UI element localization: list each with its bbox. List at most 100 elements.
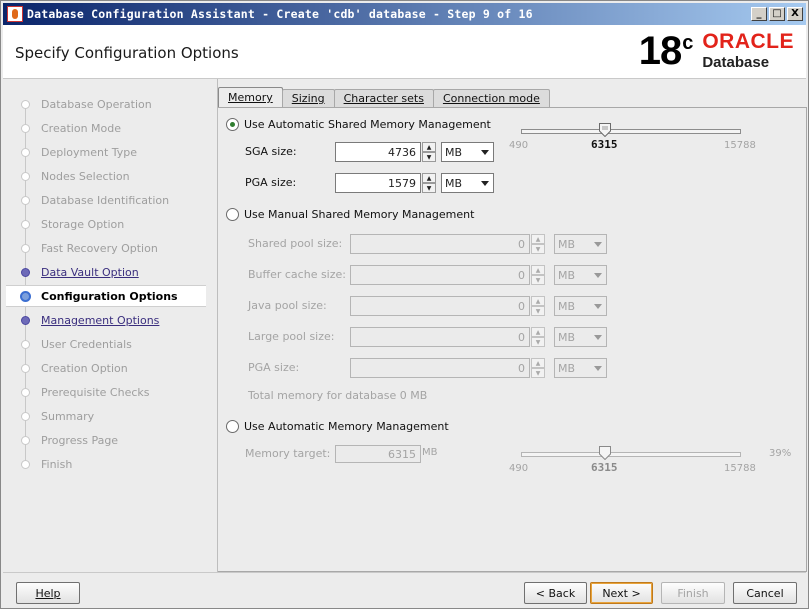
manual-field-label: Large pool size:: [248, 330, 335, 343]
oracle-logo: 18c ORACLE Database: [639, 31, 794, 75]
asmm-radio[interactable]: [226, 118, 239, 131]
tab-sizing[interactable]: Sizing: [281, 89, 335, 107]
sga-up-arrow-icon[interactable]: ▲: [422, 142, 436, 152]
up-arrow-icon: ▲: [531, 296, 545, 306]
sidebar-step-label: Summary: [41, 409, 95, 423]
manual-field-input: 0: [350, 234, 530, 254]
sga-size-spinner[interactable]: 4736 ▲ ▼: [335, 142, 436, 162]
chevron-down-icon: [594, 335, 602, 340]
sidebar-step: Configuration Options: [6, 285, 206, 307]
step-status-icon: [21, 268, 30, 277]
down-arrow-icon: ▼: [531, 244, 545, 254]
sga-down-arrow-icon[interactable]: ▼: [422, 152, 436, 162]
memory-target-label: Memory target:: [245, 447, 331, 460]
manual-field-label: Shared pool size:: [248, 237, 343, 250]
amm-radio-row[interactable]: Use Automatic Memory Management: [226, 420, 449, 433]
step-status-icon: [21, 148, 30, 157]
tab-memory[interactable]: Memory: [218, 87, 283, 107]
manual-field-spinner: 0 ▲ ▼: [350, 296, 545, 316]
slider-thumb: [599, 446, 611, 460]
pga-down-arrow-icon[interactable]: ▼: [422, 183, 436, 193]
pga-unit-select[interactable]: MB: [441, 173, 494, 193]
pga-size-spinner[interactable]: 1579 ▲ ▼: [335, 173, 436, 193]
chevron-down-icon: [594, 273, 602, 278]
manual-field-spinner: 0 ▲ ▼: [350, 327, 545, 347]
sidebar-step-label: Deployment Type: [41, 145, 138, 159]
tab-sizing-label: Sizing: [291, 92, 325, 105]
unit-value: MB: [558, 331, 576, 344]
help-button-label: Help: [35, 586, 61, 600]
manual-field-input: 0: [350, 296, 530, 316]
manual-field-label: Java pool size:: [248, 299, 327, 312]
slider-min-label: 490: [509, 140, 529, 151]
asmm-memory-slider[interactable]: 490 6315 15788: [509, 123, 766, 163]
sidebar-step: Progress Page: [6, 429, 206, 451]
sidebar-step-label: Database Operation: [41, 97, 152, 111]
manual-field-unit-select: MB: [554, 296, 607, 316]
step-status-icon: [21, 220, 30, 229]
manual-smm-radio-row[interactable]: Use Manual Shared Memory Management: [226, 208, 474, 221]
up-arrow-icon: ▲: [531, 327, 545, 337]
logo-version: 18: [638, 29, 682, 73]
manual-smm-radio[interactable]: [226, 208, 239, 221]
tab-character-sets[interactable]: Character sets: [333, 89, 434, 107]
down-arrow-icon: ▼: [531, 337, 545, 347]
unit-value: MB: [558, 238, 576, 251]
pga-up-arrow-icon[interactable]: ▲: [422, 173, 436, 183]
total-memory-text: Total memory for database 0 MB: [248, 389, 428, 402]
back-button[interactable]: < Back: [524, 582, 587, 604]
sidebar-step-label: Configuration Options: [41, 289, 178, 303]
sidebar-step-label: Storage Option: [41, 217, 125, 231]
chevron-down-icon: [481, 181, 489, 186]
sidebar-step: Database Identification: [6, 189, 206, 211]
down-arrow-icon: ▼: [531, 306, 545, 316]
memory-target-unit: MB: [422, 447, 438, 458]
manual-field-unit-select: MB: [554, 234, 607, 254]
help-button[interactable]: Help: [16, 582, 80, 604]
down-arrow-icon: ▼: [531, 275, 545, 285]
pga-size-label: PGA size:: [245, 176, 297, 189]
slider-value-label: 6315: [591, 461, 618, 474]
next-button[interactable]: Next >: [590, 582, 653, 604]
java-app-icon: [7, 6, 23, 22]
slider-max-label: 15788: [724, 463, 756, 474]
title-bar: Database Configuration Assistant - Creat…: [3, 3, 806, 25]
manual-field-label: PGA size:: [248, 361, 300, 374]
slider-thumb[interactable]: [599, 123, 611, 137]
step-status-icon: [21, 388, 30, 397]
sidebar-step: Creation Mode: [6, 117, 206, 139]
sidebar-step[interactable]: Data Vault Option: [6, 261, 206, 283]
content-panel: Memory Sizing Character sets Connection …: [217, 79, 807, 572]
tab-connection-mode-label: Connection mode: [442, 92, 540, 105]
manual-field-spinner: 0 ▲ ▼: [350, 265, 545, 285]
tab-character-sets-label: Character sets: [343, 92, 424, 105]
dbca-window: Database Configuration Assistant - Creat…: [0, 0, 809, 609]
cancel-button-label: Cancel: [746, 586, 784, 600]
asmm-radio-row[interactable]: Use Automatic Shared Memory Management: [226, 118, 491, 131]
sga-unit-select[interactable]: MB: [441, 142, 494, 162]
amm-memory-slider: 490 6315 15788: [509, 446, 766, 486]
next-button-label: Next >: [602, 586, 641, 600]
pga-size-input[interactable]: 1579: [335, 173, 421, 193]
amm-radio[interactable]: [226, 420, 239, 433]
minimize-button[interactable]: _: [751, 7, 767, 21]
manual-field-input: 0: [350, 358, 530, 378]
chevron-down-icon: [594, 366, 602, 371]
sidebar-step[interactable]: Management Options: [6, 309, 206, 331]
manual-field-input: 0: [350, 265, 530, 285]
tab-connection-mode[interactable]: Connection mode: [432, 89, 550, 107]
chevron-down-icon: [594, 242, 602, 247]
close-button[interactable]: X: [787, 7, 803, 21]
sidebar-step-label: Nodes Selection: [41, 169, 130, 183]
maximize-button[interactable]: □: [769, 7, 785, 21]
sidebar-step: Nodes Selection: [6, 165, 206, 187]
step-status-icon: [21, 436, 30, 445]
unit-value: MB: [558, 300, 576, 313]
asmm-label: Use Automatic Shared Memory Management: [244, 118, 491, 131]
logo-version-suffix: c: [682, 32, 693, 54]
sga-size-input[interactable]: 4736: [335, 142, 421, 162]
cancel-button[interactable]: Cancel: [733, 582, 797, 604]
sidebar-step-label: Creation Option: [41, 361, 128, 375]
down-arrow-icon: ▼: [531, 368, 545, 378]
finish-button: Finish: [661, 582, 725, 604]
